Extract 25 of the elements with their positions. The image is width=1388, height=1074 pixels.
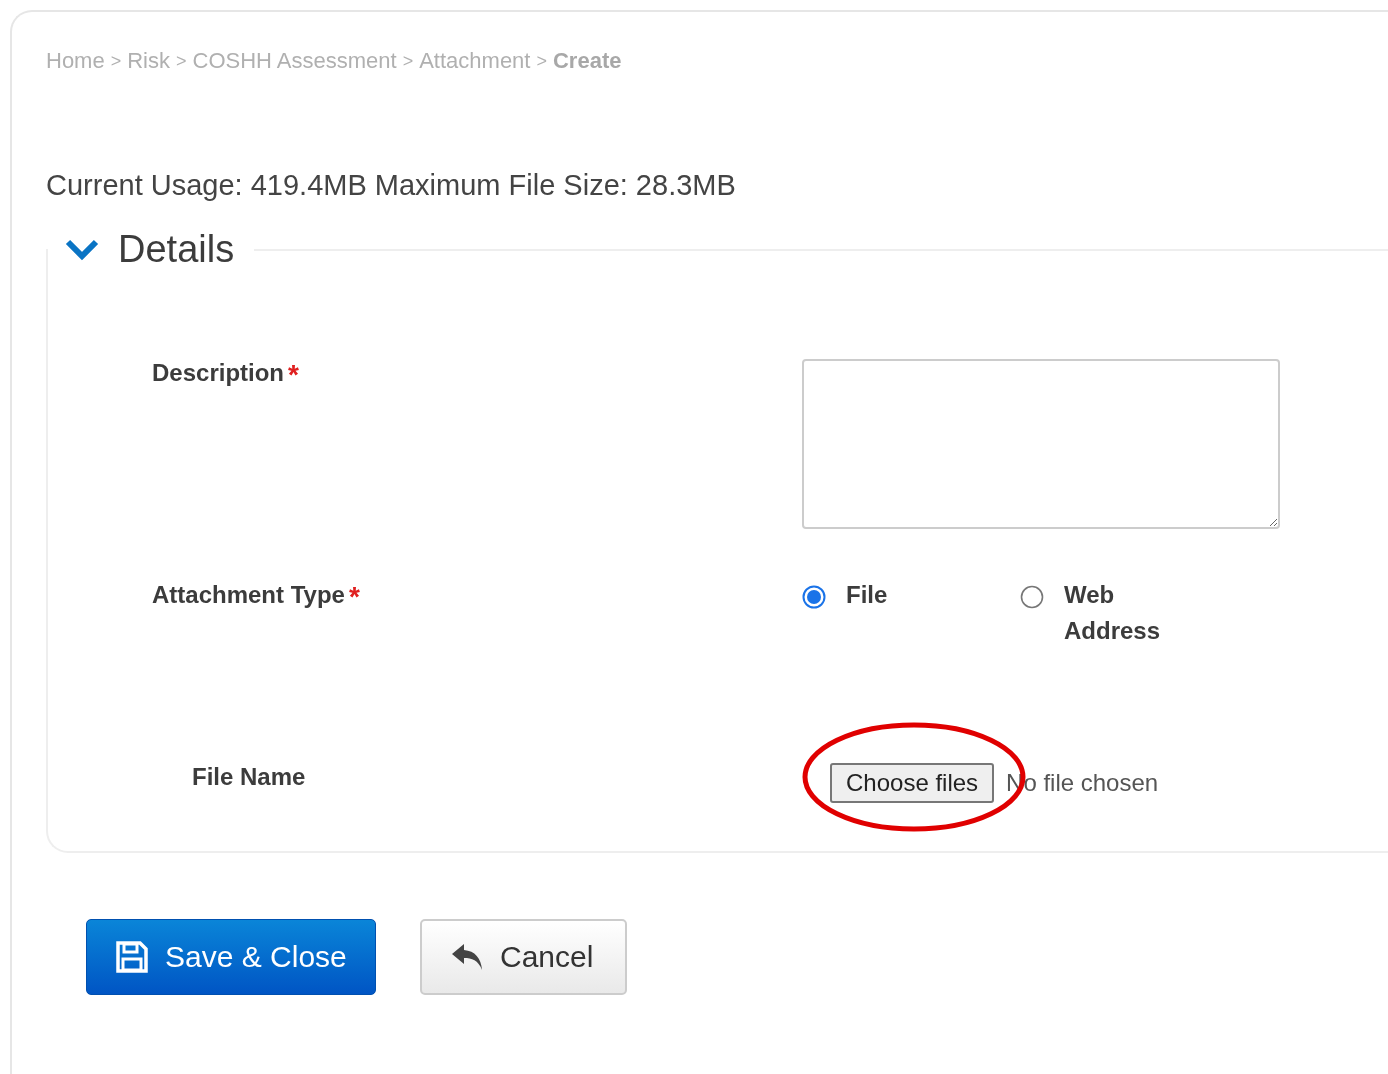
choose-files-button[interactable]: Choose files <box>830 763 995 803</box>
description-field[interactable] <box>802 359 1280 529</box>
breadcrumb-separator: > <box>402 50 414 72</box>
chevron-down-icon[interactable] <box>64 237 100 261</box>
radio-label: File <box>846 580 889 610</box>
breadcrumb-separator: > <box>176 50 187 72</box>
section-title: Details <box>118 227 235 271</box>
breadcrumb-link[interactable]: Home <box>46 48 105 74</box>
breadcrumb-current: Create <box>553 48 622 74</box>
breadcrumb-link[interactable]: Risk <box>127 48 170 74</box>
radio-button[interactable] <box>1020 585 1044 609</box>
required-mark: * <box>288 359 299 392</box>
field-label: File Name <box>192 763 306 792</box>
breadcrumb-separator: > <box>536 50 547 72</box>
field-label: Description <box>152 359 285 388</box>
field-label: Attachment Type <box>152 581 345 610</box>
save-button[interactable]: Save & Close <box>86 919 376 995</box>
radio-button-selected[interactable] <box>802 585 826 609</box>
required-mark: * <box>348 581 360 614</box>
usage-text: Current Usage: 419.4MB Maximum File Size: 28.3MB <box>46 169 737 202</box>
breadcrumb-link[interactable]: Attachment <box>419 48 531 74</box>
radio-label: Web Address <box>1064 580 1162 646</box>
cancel-button[interactable]: Cancel <box>420 919 627 995</box>
breadcrumb-separator: > <box>110 50 122 72</box>
breadcrumb-link[interactable]: COSHH Assessment <box>192 48 397 74</box>
